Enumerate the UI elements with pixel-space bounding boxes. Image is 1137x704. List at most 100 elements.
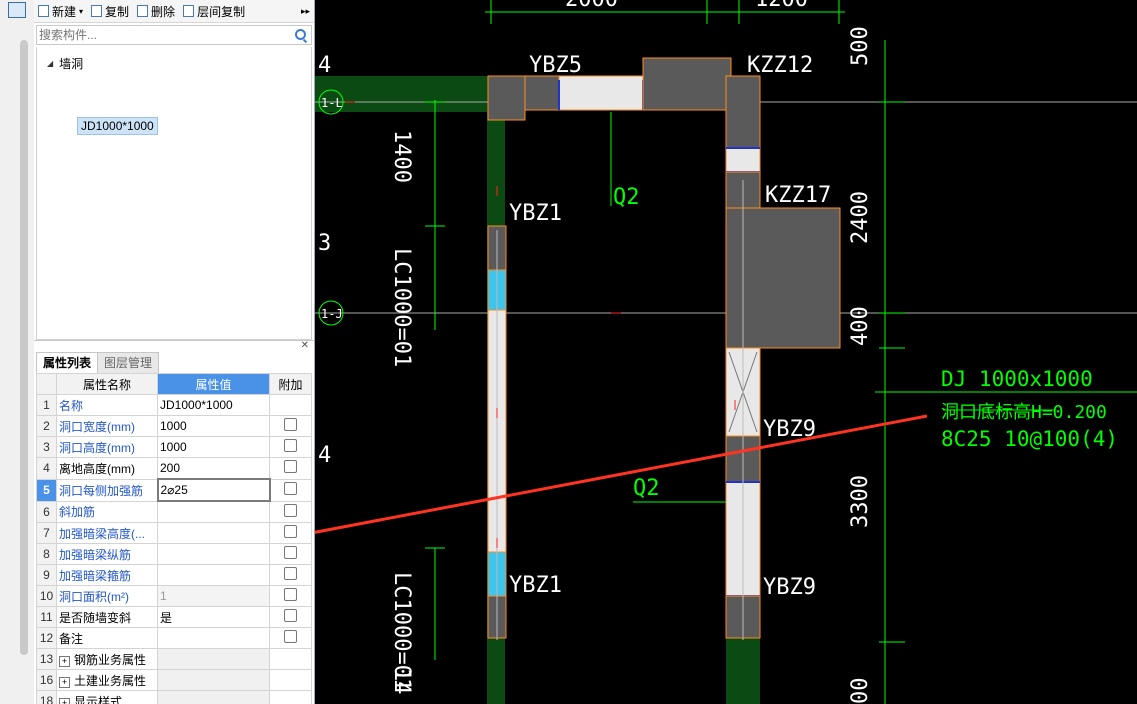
property-row[interactable]: 13 + 钢筋业务属性 [36, 648, 312, 670]
more-icon[interactable]: ▸▸ [301, 6, 314, 17]
property-row[interactable]: 16 + 土建业务属性 [36, 669, 312, 691]
property-row[interactable]: 10 洞口面积(m²) 1 [36, 585, 312, 607]
property-tabs: 属性列表 图层管理 [36, 352, 160, 374]
kzz12-column [642, 57, 732, 111]
row-number: 7 [36, 522, 57, 544]
row-number: 8 [36, 543, 57, 565]
delete-icon [137, 5, 149, 17]
row-number: 1 [36, 394, 57, 416]
property-value-input[interactable]: 2⌀25 [156, 478, 271, 502]
property-value-input[interactable]: 1 [157, 585, 270, 607]
property-row[interactable]: 8 加强暗梁纵筋 [36, 543, 312, 565]
row-number: 6 [36, 500, 57, 523]
extra-cell [269, 457, 312, 480]
search-box [36, 25, 312, 45]
property-value-input[interactable] [157, 648, 270, 670]
green-beam-right [726, 630, 760, 704]
property-value-input[interactable] [157, 627, 270, 649]
tree-node-group[interactable]: ◢ 墙洞 [47, 55, 83, 72]
row-number: 2 [36, 415, 57, 437]
component-icon[interactable] [8, 2, 26, 18]
property-value-input[interactable] [157, 543, 270, 565]
sidebar-scrollbar[interactable] [20, 40, 28, 655]
property-name: 洞口宽度(mm) [56, 415, 158, 437]
row-number: 3 [36, 436, 57, 458]
property-name: 加强暗梁箍筋 [56, 564, 158, 586]
property-row[interactable]: 1 名称 JD1000*1000 [36, 394, 312, 416]
label-dj-name: DJ 1000x1000 [941, 367, 1093, 391]
dropdown-arrow-icon[interactable]: ▾ [79, 7, 83, 16]
extra-cell [269, 585, 312, 607]
property-value-input[interactable]: 是 [157, 606, 270, 628]
attach-checkbox[interactable] [284, 482, 298, 495]
attach-checkbox[interactable] [284, 546, 297, 559]
attach-checkbox[interactable] [284, 418, 297, 431]
row-number: 5 [36, 478, 57, 502]
attach-checkbox[interactable] [284, 630, 297, 643]
row-number: 18 [36, 690, 57, 704]
dim-400: 400 [848, 306, 873, 346]
property-value-input[interactable]: 1000 [157, 436, 270, 458]
label-axis-1j: 1-J [321, 307, 343, 321]
tab-layer-management[interactable]: 图层管理 [97, 352, 160, 374]
label-ybz9-lower: YBZ9 [763, 575, 816, 600]
cad-canvas[interactable]: YBZ5 KZZ12 KZZ17 YBZ1 YBZ1 YBZ9 YBZ9 4 3… [315, 0, 1137, 704]
floor-copy-button[interactable]: 层间复制 [179, 1, 249, 21]
property-row[interactable]: 7 加强暗梁高度(... [36, 522, 312, 544]
extra-cell [269, 606, 312, 628]
search-input[interactable] [37, 27, 291, 43]
attach-checkbox[interactable] [284, 439, 297, 452]
label-q2-upper: Q2 [613, 185, 640, 210]
property-value-input[interactable] [157, 522, 270, 544]
new-button[interactable]: 新建 ▾ [34, 1, 87, 21]
property-value-input[interactable] [157, 500, 270, 523]
property-row[interactable]: 4 离地高度(mm) 200 [36, 457, 312, 480]
row-number: 10 [36, 585, 57, 607]
expand-icon[interactable]: + [59, 697, 70, 704]
tab-property-list[interactable]: 属性列表 [36, 352, 99, 374]
component-tree: ◢ 墙洞 JD1000*1000 [36, 47, 312, 340]
property-value-input[interactable]: 1000 [157, 415, 270, 437]
property-name: 备注 [56, 627, 158, 649]
copy-button[interactable]: 复制 [87, 1, 133, 21]
tree-node-item[interactable]: JD1000*1000 [77, 117, 158, 135]
expand-icon[interactable]: + [59, 655, 70, 667]
label-axis-1l: 1-L [321, 96, 343, 110]
wall-opening-top [558, 75, 644, 111]
property-row[interactable]: 18 + 显示样式 [36, 690, 312, 704]
property-row[interactable]: 2 洞口宽度(mm) 1000 [36, 415, 312, 437]
property-row[interactable]: 5 洞口每侧加强筋 2⌀25 [36, 478, 312, 502]
extra-cell [269, 690, 312, 704]
property-row[interactable]: 6 斜加筋 [36, 500, 312, 523]
property-value-input[interactable] [157, 669, 270, 691]
extra-cell [269, 669, 312, 691]
expand-icon[interactable]: + [59, 676, 70, 688]
property-row[interactable]: 12 备注 [36, 627, 312, 649]
property-row[interactable]: 11 是否随墙变斜是 [36, 606, 312, 628]
property-value-input[interactable] [157, 690, 270, 704]
property-name: 离地高度(mm) [56, 457, 158, 480]
property-name: + 显示样式 [56, 690, 158, 704]
attach-checkbox[interactable] [284, 525, 297, 538]
attach-checkbox[interactable] [284, 609, 297, 622]
property-row[interactable]: 9 加强暗梁箍筋 [36, 564, 312, 586]
dim-3300: 3300 [848, 475, 873, 528]
wall-corner-left [487, 75, 526, 121]
property-value-input[interactable] [157, 564, 270, 586]
attach-checkbox[interactable] [284, 503, 297, 517]
property-value-input[interactable]: 200 [157, 457, 270, 480]
attach-checkbox[interactable] [284, 460, 297, 474]
search-icon[interactable] [295, 29, 306, 40]
collapse-icon[interactable]: ◢ [47, 59, 53, 68]
delete-button[interactable]: 删除 [133, 1, 179, 21]
attach-checkbox[interactable] [284, 588, 297, 601]
close-icon[interactable]: ✕ [301, 340, 309, 351]
property-row[interactable]: 3 洞口高度(mm) 1000 [36, 436, 312, 458]
property-value-input[interactable]: JD1000*1000 [157, 394, 270, 416]
extra-cell [269, 394, 312, 416]
label-kzz17: KZZ17 [765, 183, 831, 208]
label-q2-lower: Q2 [633, 476, 660, 501]
row-number: 11 [36, 606, 57, 628]
attach-checkbox[interactable] [284, 567, 297, 580]
property-name: 是否随墙变斜 [56, 606, 158, 628]
